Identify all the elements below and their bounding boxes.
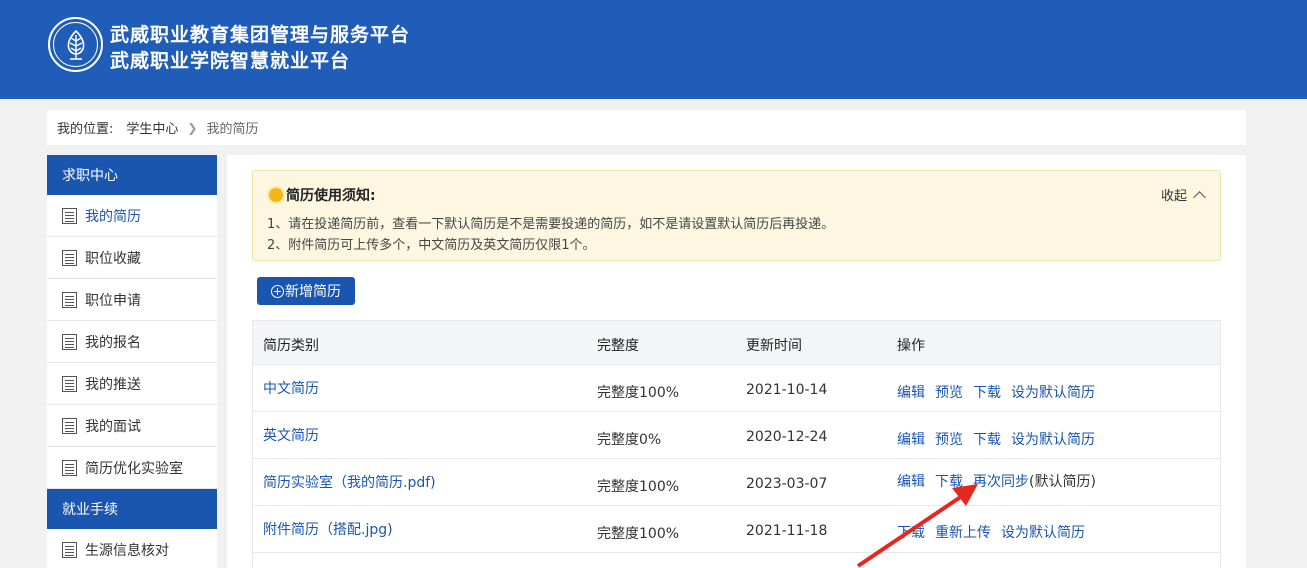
resume-table: 简历类别 完整度 更新时间 操作 中文简历 完整度100% 2021-10-14… bbox=[252, 320, 1221, 568]
notice-line: 2、附件简历可上传多个，中文简历及英文简历仅限1个。 bbox=[267, 238, 596, 253]
column-header: 操作 bbox=[897, 338, 925, 354]
document-icon bbox=[62, 541, 77, 558]
main-content: 简历使用须知: 1、请在投递简历前，查看一下默认简历是不是需要投递的简历，如不是… bbox=[227, 155, 1246, 568]
column-header: 简历类别 bbox=[263, 338, 319, 354]
edit-link[interactable]: 编辑 bbox=[897, 385, 925, 401]
document-icon bbox=[62, 417, 77, 434]
document-icon bbox=[62, 375, 77, 392]
site-title-line1: 武威职业教育集团管理与服务平台 bbox=[110, 24, 411, 46]
table-row bbox=[253, 553, 1220, 568]
download-link[interactable]: 下载 bbox=[973, 432, 1001, 448]
chevron-up-icon bbox=[1193, 190, 1206, 204]
table-row: 附件简历（搭配.jpg) 完整度100% 2021-11-18 下载 重新上传 设为… bbox=[253, 506, 1220, 553]
add-resume-label: 新增简历 bbox=[285, 284, 341, 300]
completeness: 完整度100% bbox=[597, 479, 680, 495]
column-header: 更新时间 bbox=[746, 338, 802, 354]
document-icon bbox=[62, 207, 77, 224]
set-default-link[interactable]: 设为默认简历 bbox=[1011, 385, 1095, 401]
resume-name-link[interactable]: 附件简历（搭配.jpg) bbox=[263, 519, 393, 539]
breadcrumb-my-resume: 我的简历 bbox=[206, 122, 259, 137]
site-header: 武威职业教育集团管理与服务平台 武威职业学院智慧就业平台 bbox=[0, 0, 1307, 99]
completeness: 完整度0% bbox=[597, 432, 662, 448]
sidebar-item-label: 我的面试 bbox=[85, 418, 141, 435]
table-row: 中文简历 完整度100% 2021-10-14 编辑 预览 下载 设为默认简历 bbox=[253, 365, 1220, 412]
document-icon bbox=[62, 291, 77, 308]
chevron-right-icon: ❯ bbox=[187, 120, 198, 135]
resume-name-link[interactable]: 英文简历 bbox=[263, 425, 319, 445]
column-header: 完整度 bbox=[597, 338, 639, 354]
sidebar-item-job-favorites[interactable]: 职位收藏 bbox=[47, 237, 217, 279]
sidebar-item-label: 我的报名 bbox=[85, 334, 141, 351]
breadcrumb-label: 我的位置: bbox=[57, 122, 114, 137]
site-title-line2: 武威职业学院智慧就业平台 bbox=[110, 50, 351, 72]
table-row: 英文简历 完整度0% 2020-12-24 编辑 预览 下载 设为默认简历 bbox=[253, 412, 1220, 459]
sidebar-item-label: 职位申请 bbox=[85, 292, 141, 309]
preview-link[interactable]: 预览 bbox=[935, 385, 963, 401]
completeness: 完整度100% bbox=[597, 385, 680, 401]
sidebar-item-my-registrations[interactable]: 我的报名 bbox=[47, 321, 217, 363]
completeness: 完整度100% bbox=[597, 526, 680, 542]
download-link[interactable]: 下载 bbox=[973, 385, 1001, 401]
annotation-arrow-icon bbox=[856, 484, 978, 568]
collapse-label: 收起 bbox=[1160, 189, 1187, 204]
sidebar-item-resume-lab[interactable]: 简历优化实验室 bbox=[47, 447, 217, 489]
sidebar-item-my-interviews[interactable]: 我的面试 bbox=[47, 405, 217, 447]
breadcrumb-student-center[interactable]: 学生中心 bbox=[126, 118, 178, 137]
resume-name-link[interactable]: 简历实验室（我的简历.pdf) bbox=[263, 472, 436, 492]
breadcrumb: 我的位置: 学生中心 ❯ 我的简历 bbox=[47, 110, 1246, 145]
sidebar-item-label: 生源信息核对 bbox=[85, 542, 169, 559]
sidebar-item-job-applications[interactable]: 职位申请 bbox=[47, 279, 217, 321]
sidebar-item-label: 我的简历 bbox=[85, 208, 141, 225]
sidebar-section-employment-procedures: 就业手续 bbox=[47, 489, 217, 529]
table-header: 简历类别 完整度 更新时间 操作 bbox=[253, 321, 1220, 365]
table-row: 简历实验室（我的简历.pdf) 完整度100% 2023-03-07 编辑 下载再… bbox=[253, 459, 1220, 506]
edit-link[interactable]: 编辑 bbox=[897, 432, 925, 448]
lightbulb-icon bbox=[269, 188, 283, 202]
sidebar-item-my-recommendations[interactable]: 我的推送 bbox=[47, 363, 217, 405]
updated-date: 2020-12-24 bbox=[746, 429, 828, 445]
sidebar-section-job-center: 求职中心 bbox=[47, 155, 217, 195]
sidebar-item-label: 我的推送 bbox=[85, 376, 141, 393]
sidebar-item-my-resume[interactable]: 我的简历 bbox=[47, 195, 217, 237]
updated-date: 2023-03-07 bbox=[746, 476, 828, 492]
resume-name-link[interactable]: 中文简历 bbox=[263, 378, 319, 398]
notice-line: 1、请在投递简历前，查看一下默认简历是不是需要投递的简历，如不是请设置默认简历后… bbox=[267, 217, 835, 232]
plus-circle-icon bbox=[271, 284, 284, 298]
resume-notice: 简历使用须知: 1、请在投递简历前，查看一下默认简历是不是需要投递的简历，如不是… bbox=[252, 170, 1221, 261]
school-emblem-icon[interactable] bbox=[48, 17, 103, 72]
sidebar-item-student-info-check[interactable]: 生源信息核对 bbox=[47, 529, 217, 568]
row-actions: 编辑 预览 下载 设为默认简历 bbox=[897, 429, 1105, 449]
sidebar-item-label: 职位收藏 bbox=[85, 250, 141, 267]
set-default-link[interactable]: 设为默认简历 bbox=[1011, 432, 1095, 448]
sidebar: 求职中心 我的简历 职位收藏 职位申请 我的报名 我的推送 我的面试 简历优化实… bbox=[47, 155, 217, 568]
updated-date: 2021-10-14 bbox=[746, 382, 828, 398]
add-resume-button[interactable]: 新增简历 bbox=[257, 277, 355, 305]
collapse-toggle[interactable]: 收起 bbox=[1160, 185, 1206, 204]
document-icon bbox=[62, 459, 77, 476]
sidebar-item-label: 简历优化实验室 bbox=[85, 460, 183, 477]
notice-title-text: 简历使用须知: bbox=[286, 188, 376, 204]
preview-link[interactable]: 预览 bbox=[935, 432, 963, 448]
updated-date: 2021-11-18 bbox=[746, 523, 828, 539]
document-icon bbox=[62, 333, 77, 350]
notice-title: 简历使用须知: bbox=[269, 185, 376, 205]
document-icon bbox=[62, 249, 77, 266]
row-actions: 编辑 预览 下载 设为默认简历 bbox=[897, 382, 1105, 402]
